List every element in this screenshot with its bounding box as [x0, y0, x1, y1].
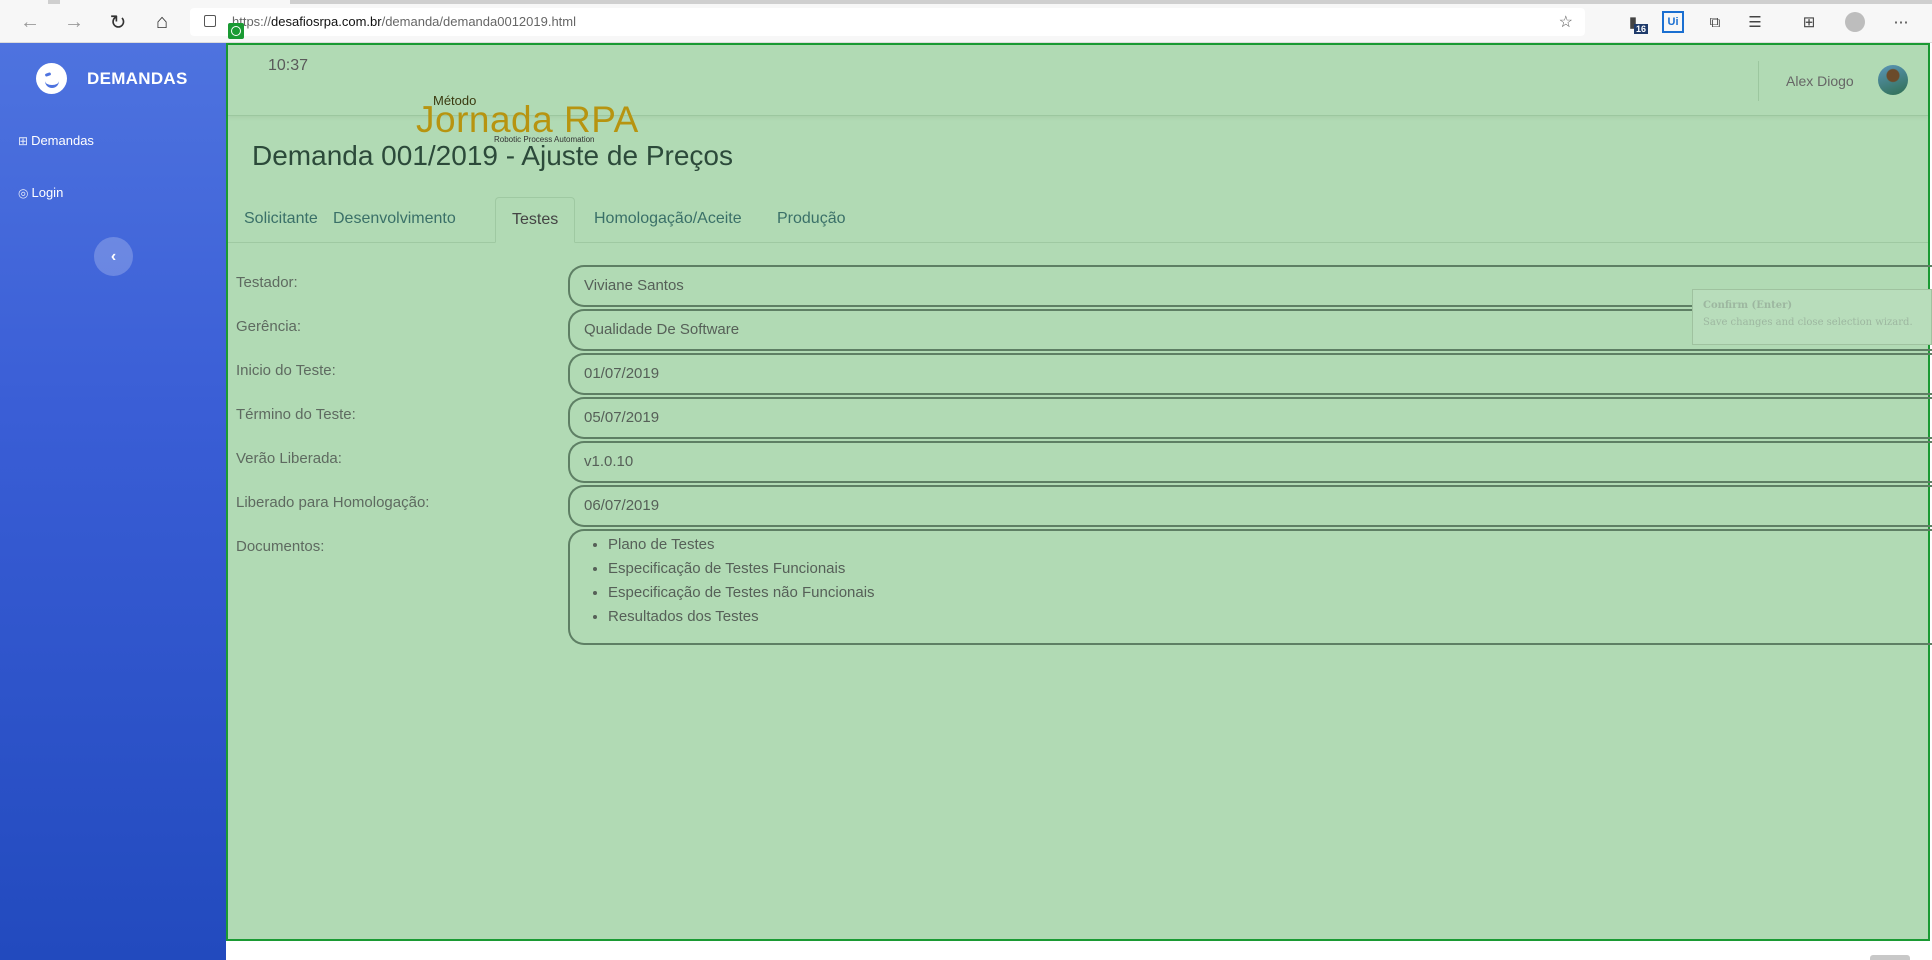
page-title: Demanda 001/2019 - Ajuste de Preços [252, 140, 733, 171]
scroll-to-top-button[interactable] [1870, 955, 1910, 960]
field-label: Documentos: [236, 538, 325, 555]
sidebar-toggle-button[interactable]: ‹ [94, 237, 133, 276]
documents-list: Plano de Testes Especificação de Testes … [584, 533, 1932, 629]
user-name[interactable]: Alex Diogo [1786, 73, 1854, 89]
uipath-extension-label: Ui [1662, 11, 1684, 33]
collections-icon[interactable]: ⊞ [1796, 9, 1822, 35]
tab-desenvolvimento[interactable]: Desenvolvimento [317, 197, 472, 241]
tooltip-description: Save changes and close selection wizard. [1703, 317, 1913, 328]
sidebar-item-demandas[interactable]: ⊞ Demandas [18, 133, 94, 148]
browser-tab[interactable] [0, 0, 48, 4]
topbar-divider [1758, 61, 1759, 101]
sidebar-brand[interactable]: DEMANDAS [36, 63, 188, 94]
more-icon[interactable]: ⋯ [1888, 9, 1914, 35]
clock: 10:37 [268, 57, 309, 74]
avatar[interactable] [1878, 65, 1908, 95]
logo-metodo-text: Método [433, 93, 477, 108]
field-label: Término do Teste: [236, 406, 356, 423]
uipath-extension-icon[interactable]: Ui [1660, 9, 1686, 35]
document-item[interactable]: Resultados dos Testes [608, 605, 1932, 629]
versao-liberada-field[interactable]: v1.0.10 [568, 441, 1932, 483]
termino-teste-field[interactable]: 05/07/2019 [568, 397, 1932, 439]
sidebar: DEMANDAS ⊞ Demandas ◎ Login ‹ [0, 43, 226, 960]
field-label: Inicio do Teste: [236, 362, 336, 379]
tooltip-title: Confirm (Enter) [1703, 300, 1793, 311]
tab-producao[interactable]: Produção [761, 197, 862, 241]
laugh-icon [36, 63, 67, 94]
sidebar-item-label: Login [31, 185, 64, 200]
selection-highlight: 10:37 Alex Diogo Jornada RPA Método Robo… [226, 23, 1932, 941]
browser-toolbar: ← → ↻ ⌂ https://desafiosrpa.com.br/deman… [0, 0, 1932, 43]
target-icon [228, 23, 244, 39]
document-item[interactable]: Especificação de Testes não Funcionais [608, 581, 1932, 605]
lock-icon [204, 15, 216, 27]
extension-icon[interactable]: ▮ 16 [1620, 9, 1649, 35]
profile-icon[interactable] [1842, 9, 1868, 35]
field-label: Testador: [236, 274, 298, 291]
user-circle-icon: ◎ [18, 185, 29, 200]
document-item[interactable]: Plano de Testes [608, 533, 1932, 557]
main-content: 10:37 Alex Diogo Jornada RPA Método Robo… [226, 23, 1932, 960]
tab-strip [0, 0, 1932, 4]
reload-icon[interactable]: ↻ [106, 10, 130, 34]
field-label: Verão Liberada: [236, 450, 342, 467]
browser-tab[interactable] [60, 0, 290, 4]
home-icon[interactable]: ⌂ [150, 10, 174, 34]
favorite-icon[interactable]: ☆ [1559, 12, 1573, 32]
table-icon: ⊞ [18, 133, 29, 148]
extension-badge: 16 [1634, 24, 1649, 34]
puzzle-icon[interactable]: ⧉ [1702, 9, 1728, 35]
tab-homologacao-aceite[interactable]: Homologação/Aceite [578, 197, 758, 241]
chevron-left-icon: ‹ [110, 247, 117, 265]
liberado-homologacao-field[interactable]: 06/07/2019 [568, 485, 1932, 527]
forward-icon[interactable]: → [62, 10, 86, 34]
favorites-icon[interactable]: ☰ [1742, 9, 1768, 35]
address-bar[interactable]: https://desafiosrpa.com.br/demanda/deman… [190, 8, 1585, 36]
url-text: https://desafiosrpa.com.br/demanda/deman… [232, 14, 577, 29]
documentos-field[interactable]: Plano de Testes Especificação de Testes … [568, 529, 1932, 645]
sidebar-item-label: Demandas [31, 133, 94, 148]
sidebar-item-login[interactable]: ◎ Login [18, 185, 63, 200]
field-label: Liberado para Homologação: [236, 494, 430, 511]
document-item[interactable]: Especificação de Testes Funcionais [608, 557, 1932, 581]
brand-text: DEMANDAS [87, 68, 188, 88]
confirm-tooltip[interactable]: Confirm (Enter) Save changes and close s… [1692, 289, 1932, 345]
tab-testes[interactable]: Testes [495, 197, 576, 243]
tab-bar: Solicitante Desenvolvimento Testes Homol… [228, 197, 1928, 243]
inicio-teste-field[interactable]: 01/07/2019 [568, 353, 1932, 395]
field-label: Gerência: [236, 318, 302, 335]
back-icon[interactable]: ← [18, 10, 42, 34]
